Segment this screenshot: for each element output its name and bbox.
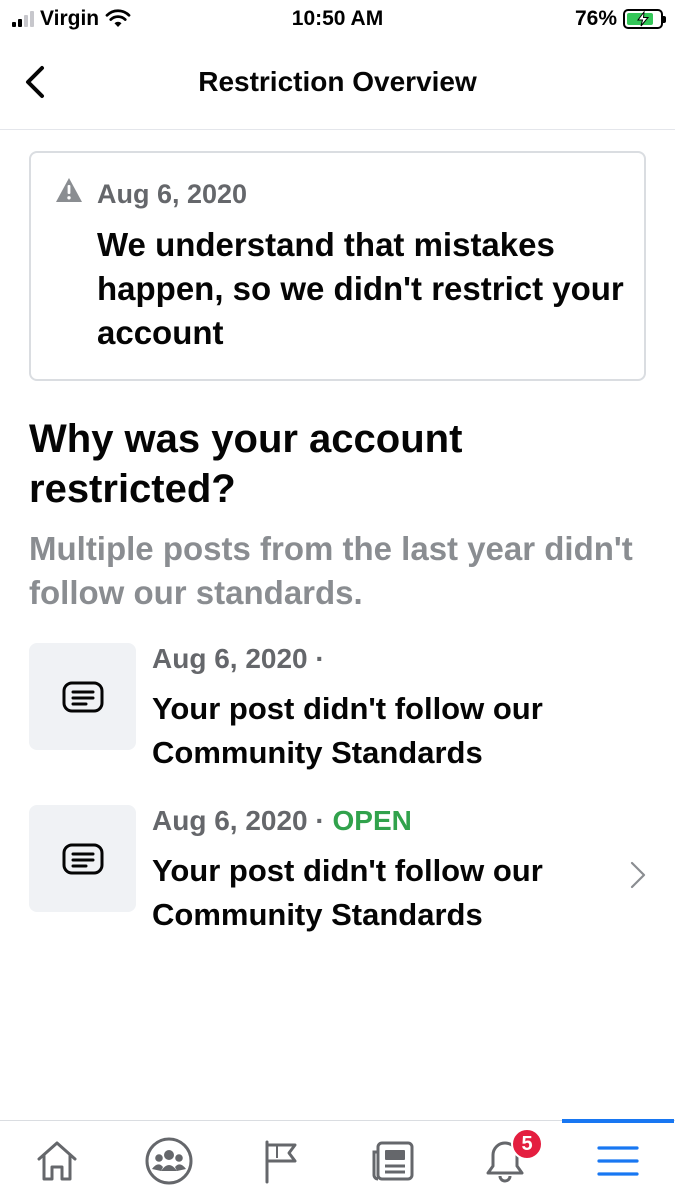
item-date: Aug 6, 2020 · — [152, 643, 325, 674]
tab-notifications[interactable]: 5 — [449, 1121, 561, 1200]
post-icon — [62, 843, 104, 875]
item-description: Your post didn't follow our Community St… — [152, 853, 543, 932]
item-meta: Aug 6, 2020 · — [152, 643, 325, 675]
battery-charging-icon — [623, 9, 666, 29]
bottom-tab-bar: 5 — [0, 1119, 675, 1200]
news-icon — [372, 1141, 414, 1181]
item-meta: Aug 6, 2020 · OPEN — [152, 805, 412, 837]
navigation-header: Restriction Overview — [0, 40, 675, 130]
tab-pages[interactable] — [225, 1121, 337, 1200]
home-icon — [37, 1141, 77, 1181]
status-time: 10:50 AM — [291, 7, 384, 30]
status-bar-right: 76% — [574, 7, 666, 31]
list-item-open[interactable]: Aug 6, 2020 · OPEN Your post didn't foll… — [29, 805, 649, 945]
status-badge: OPEN — [332, 805, 412, 836]
notice-message: We understand that mistakes happen, so w… — [97, 226, 624, 351]
tab-groups[interactable] — [113, 1121, 225, 1200]
notice-card: Aug 6, 2020 We understand that mistakes … — [29, 151, 646, 381]
menu-icon — [597, 1146, 639, 1176]
page-title: Restriction Overview — [198, 66, 477, 97]
tab-home[interactable] — [1, 1121, 113, 1200]
groups-icon — [145, 1137, 193, 1185]
post-thumbnail — [29, 805, 136, 912]
battery-percentage: 76% — [574, 7, 617, 30]
pages-flag-icon — [265, 1140, 297, 1184]
post-icon — [62, 681, 104, 713]
tab-menu[interactable] — [562, 1119, 674, 1200]
status-bar: Virgin 10:50 AM 76% — [0, 0, 675, 40]
warning-icon — [56, 178, 82, 202]
item-date: Aug 6, 2020 · — [152, 805, 325, 836]
tab-news[interactable] — [337, 1121, 449, 1200]
list-item: Aug 6, 2020 · Your post didn't follow ou… — [29, 643, 649, 783]
notification-badge: 5 — [511, 1128, 543, 1160]
post-thumbnail — [29, 643, 136, 750]
item-description: Your post didn't follow our Community St… — [152, 691, 543, 770]
section-subtitle: Multiple posts from the last year didn't… — [29, 530, 633, 611]
notice-date: Aug 6, 2020 — [97, 179, 248, 209]
section-heading: Why was your account restricted? — [29, 417, 463, 511]
chevron-right-icon[interactable] — [629, 859, 647, 891]
